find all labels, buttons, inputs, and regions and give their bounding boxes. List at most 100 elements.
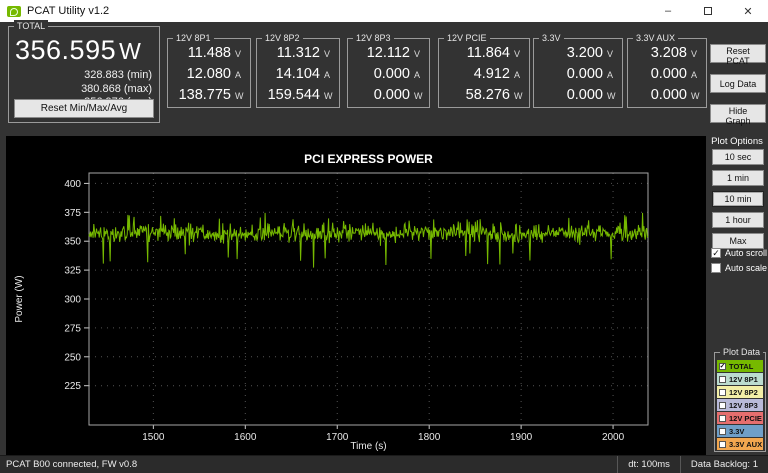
plot-data-item-12v-8p2[interactable]: 12V 8P2 xyxy=(717,386,763,398)
rail-voltage-unit: V xyxy=(324,49,335,59)
rail-power-row: 159.544W xyxy=(257,87,339,108)
plot-option-1-hour[interactable]: 1 hour xyxy=(712,212,764,228)
close-button[interactable]: ✕ xyxy=(728,0,768,22)
main-area: TOTAL 356.595W 328.883 (min) 380.868 (ma… xyxy=(0,22,768,455)
12v-pcie-plot-checkbox[interactable] xyxy=(719,415,726,422)
rail-voltage-value: 11.488 xyxy=(188,45,231,61)
svg-text:1600: 1600 xyxy=(234,432,257,443)
hide-graph-button[interactable]: Hide Graph xyxy=(710,104,766,123)
power-chart-svg: 2252502753003253503754001500160017001800… xyxy=(6,136,706,455)
checkbox-row-auto-scroll[interactable]: ✓ Auto scroll xyxy=(711,248,767,258)
plot-data-item-12v-pcie[interactable]: 12V PCIE xyxy=(717,412,763,424)
3-3v-aux-plot-checkbox[interactable] xyxy=(719,441,726,448)
svg-text:225: 225 xyxy=(64,381,81,392)
svg-text:400: 400 xyxy=(64,179,81,190)
rail-voltage-row: 3.208 V xyxy=(628,45,706,66)
total-plot-checkbox[interactable]: ✓ xyxy=(719,363,726,370)
12v-8p1-plot-checkbox[interactable] xyxy=(719,376,726,383)
svg-text:Power (W): Power (W) xyxy=(14,275,25,322)
plot-option-10-min[interactable]: 10 min xyxy=(712,191,764,207)
rail-box-12v-8p3: 12V 8P312.112V0.000A0.000W xyxy=(347,38,430,108)
plot-option-10-sec[interactable]: 10 sec xyxy=(712,149,764,165)
12v-8p2-plot-label: 12V 8P2 xyxy=(729,388,758,397)
auto-scroll-label: Auto scroll xyxy=(725,248,767,258)
rail-power-row: 0.000W xyxy=(348,87,429,108)
minimize-button[interactable]: – xyxy=(648,0,688,22)
status-bar: PCAT B00 connected, FW v0.8 dt: 100ms Da… xyxy=(0,455,768,473)
total-box-label: TOTAL xyxy=(14,20,48,32)
rail-voltage-unit: V xyxy=(235,49,246,59)
svg-text:275: 275 xyxy=(64,323,81,334)
plot-data-item-12v-8p1[interactable]: 12V 8P1 xyxy=(717,373,763,385)
rail-label: 12V 8P3 xyxy=(353,32,394,44)
rail-power-unit: W xyxy=(324,91,335,101)
rail-current-unit: A xyxy=(414,70,425,80)
rail-voltage-unit: V xyxy=(691,49,702,59)
rail-current-value: 4.912 xyxy=(474,66,510,82)
maximize-button[interactable] xyxy=(688,0,728,22)
rail-power-unit: W xyxy=(607,91,618,101)
plot-data-item-3-3v[interactable]: 3.3V xyxy=(717,425,763,437)
rail-current-unit: A xyxy=(514,70,525,80)
rail-current-row: 12.080A xyxy=(168,66,250,87)
rail-voltage-unit: V xyxy=(414,49,425,59)
rail-voltage-row: 11.864V xyxy=(439,45,529,66)
3-3v-plot-checkbox[interactable] xyxy=(719,428,726,435)
app-logo-icon xyxy=(7,6,21,17)
svg-text:325: 325 xyxy=(64,266,81,277)
rail-voltage-value: 3.200 xyxy=(567,45,603,61)
plot-options-label: Plot Options xyxy=(706,136,768,147)
plot-data-item-3-3v-aux[interactable]: 3.3V AUX xyxy=(717,438,763,450)
rail-current-row: 0.000A xyxy=(628,66,706,87)
svg-text:Time (s): Time (s) xyxy=(350,441,386,452)
rail-label: 3.3V AUX xyxy=(633,32,678,44)
12v-8p3-plot-label: 12V 8P3 xyxy=(729,401,758,410)
total-power-reading: 356.595W xyxy=(9,27,159,66)
3-3v-aux-plot-label: 3.3V AUX xyxy=(729,440,762,449)
checkbox-row-auto-scale[interactable]: Auto scale xyxy=(711,263,767,273)
total-max: 380.868 (max) xyxy=(81,83,152,97)
window-title: PCAT Utility v1.2 xyxy=(27,5,109,17)
12v-8p2-plot-checkbox[interactable] xyxy=(719,389,726,396)
maximize-icon xyxy=(704,7,712,15)
rail-power-value: 138.775 xyxy=(179,87,231,103)
total-power-value: 356.595 xyxy=(15,35,116,65)
rail-label: 12V 8P1 xyxy=(173,32,214,44)
rail-voltage-value: 11.864 xyxy=(467,45,510,61)
rail-current-unit: A xyxy=(324,70,335,80)
app-window: PCAT Utility v1.2 – ✕ TOTAL 356.595W 328… xyxy=(0,0,768,473)
rail-voltage-value: 3.208 xyxy=(651,45,687,61)
rail-voltage-value: 12.112 xyxy=(367,45,410,61)
svg-text:300: 300 xyxy=(64,295,81,306)
auto-scale-checkbox[interactable] xyxy=(711,263,721,273)
status-dt: dt: 100ms xyxy=(617,456,680,473)
log-data-button[interactable]: Log Data xyxy=(710,74,766,93)
rail-voltage-row: 11.488 V xyxy=(168,45,250,66)
plot-data-item-total[interactable]: ✓TOTAL xyxy=(717,360,763,372)
svg-text:1500: 1500 xyxy=(142,432,165,443)
plot-option-1-min[interactable]: 1 min xyxy=(712,170,764,186)
reset-minmax-button[interactable]: Reset Min/Max/Avg xyxy=(14,99,154,118)
plot-option-buttons: 10 sec 1 min 10 min 1 hour Max xyxy=(712,149,764,249)
rail-box-12v-8p1: 12V 8P111.488V12.080A138.775W xyxy=(167,38,251,108)
connection-status: PCAT B00 connected, FW v0.8 xyxy=(0,459,137,470)
rail-power-value: 0.000 xyxy=(374,87,410,103)
rail-current-value: 0.000 xyxy=(374,66,410,82)
total-power-box: TOTAL 356.595W 328.883 (min) 380.868 (ma… xyxy=(8,26,160,123)
svg-text:PCI EXPRESS POWER: PCI EXPRESS POWER xyxy=(304,152,433,166)
plot-option-max[interactable]: Max xyxy=(712,233,764,249)
rail-power-unit: W xyxy=(514,91,525,101)
rail-power-row: 0.000W xyxy=(534,87,622,108)
plot-data-item-12v-8p3[interactable]: 12V 8P3 xyxy=(717,399,763,411)
rail-label: 12V PCIE xyxy=(444,32,490,44)
power-chart: 2252502753003253503754001500160017001800… xyxy=(6,136,706,455)
12v-8p3-plot-checkbox[interactable] xyxy=(719,402,726,409)
rail-power-row: 0.000W xyxy=(628,87,706,108)
rail-voltage-row: 3.200V xyxy=(534,45,622,66)
12v-8p1-plot-label: 12V 8P1 xyxy=(729,375,758,384)
window-controls: – ✕ xyxy=(648,0,768,22)
auto-scroll-checkbox[interactable]: ✓ xyxy=(711,248,721,258)
rail-current-row: 0.000 A xyxy=(348,66,429,87)
auto-checkboxes: ✓ Auto scroll Auto scale xyxy=(711,248,767,273)
reset-pcat-button[interactable]: Reset PCAT xyxy=(710,44,766,63)
